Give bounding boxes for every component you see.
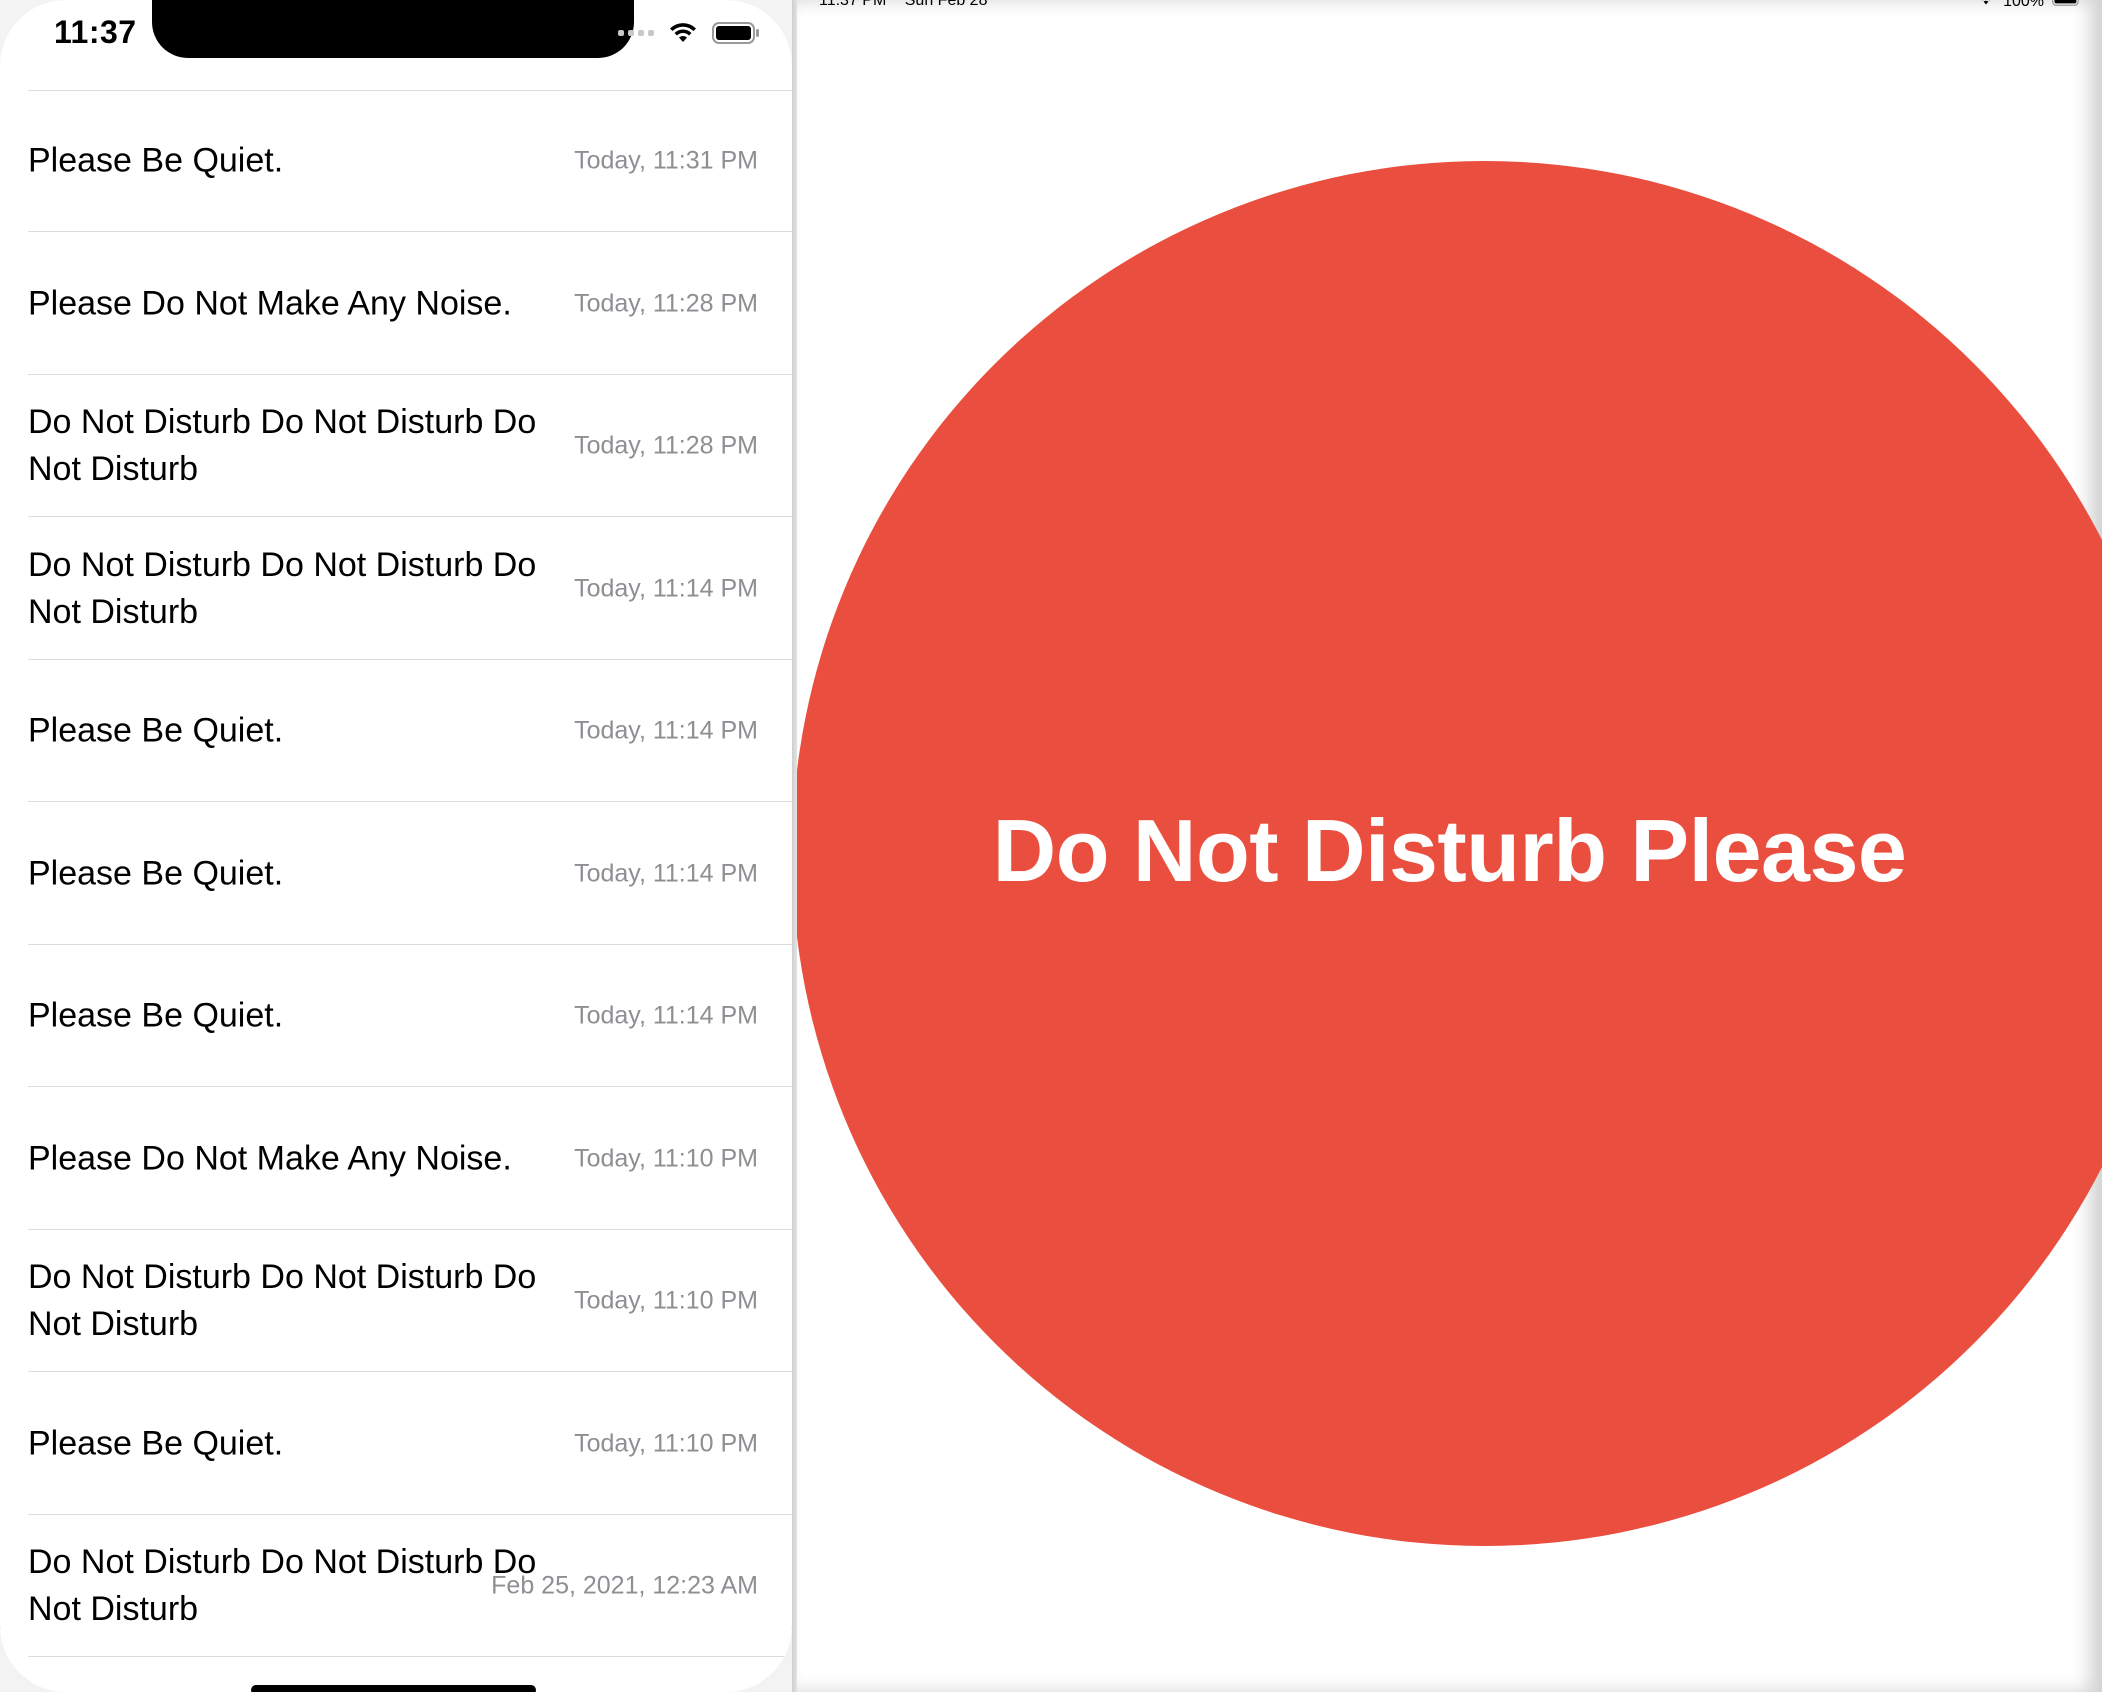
message-row[interactable]: Please Be Quiet. Today, 11:31 PM xyxy=(0,90,792,232)
wifi-icon xyxy=(1977,0,1995,11)
message-row[interactable]: Do Not Disturb Do Not Disturb Do Not Dis… xyxy=(0,375,792,517)
iphone-screen: 11:37 Please Be Quiet. Today, 11:31 PM P… xyxy=(0,0,792,1692)
message-date: Today, 11:10 PM xyxy=(574,1144,758,1172)
message-row[interactable]: Please Be Quiet. Today, 11:14 PM xyxy=(0,945,792,1087)
message-row[interactable]: Please Be Quiet. Today, 11:14 PM xyxy=(0,660,792,802)
message-text: Please Do Not Make Any Noise. xyxy=(28,284,512,322)
message-text: Please Do Not Make Any Noise. xyxy=(28,1139,512,1177)
message-text: Please Be Quiet. xyxy=(28,711,284,750)
message-row[interactable]: Please Be Quiet. Today, 11:10 PM xyxy=(0,1373,792,1515)
ipad-screen: 11:37 PM Sun Feb 28 100% Do Not Disturb … xyxy=(797,0,2102,1692)
message-text: Please Be Quiet. xyxy=(28,854,284,892)
battery-icon xyxy=(712,22,760,44)
ipad-status-date: Sun Feb 28 xyxy=(904,0,988,9)
ipad-status-time: 11:37 PM xyxy=(819,0,887,9)
message-row[interactable]: Please Do Not Make Any Noise. Today, 11:2… xyxy=(0,233,792,375)
message-text: Do Not Disturb Do Not Disturb Do Not Dis… xyxy=(28,1258,537,1343)
message-row[interactable]: Do Not Disturb Do Not Disturb Do Not Dis… xyxy=(0,1230,792,1372)
message-date: Today, 11:14 PM xyxy=(574,574,758,602)
iphone-notch xyxy=(152,0,634,58)
message-date: Today, 11:28 PM xyxy=(574,431,758,460)
message-text: Do Not Disturb Do Not Disturb Do Not Dis… xyxy=(28,1543,537,1628)
home-indicator xyxy=(251,1685,536,1692)
message-row[interactable]: Do Not Disturb Do Not Disturb Do Not Dis… xyxy=(0,518,792,660)
message-row[interactable]: Please Do Not Make Any Noise. Today, 11:1… xyxy=(0,1088,792,1230)
cellular-signal-icon xyxy=(618,30,654,36)
ipad-status-left: 11:37 PM Sun Feb 28 xyxy=(819,0,1001,10)
wifi-icon xyxy=(668,22,698,44)
do-not-disturb-label: Do Not Disturb Please xyxy=(992,801,1907,900)
message-text: Do Not Disturb Do Not Disturb Do Not Dis… xyxy=(28,545,537,631)
message-date: Today, 11:28 PM xyxy=(574,289,758,317)
message-date: Today, 11:14 PM xyxy=(574,1001,758,1030)
message-text: Please Be Quiet. xyxy=(28,141,284,180)
ipad-status-right: 100% xyxy=(1977,0,2082,11)
message-date: Today, 11:31 PM xyxy=(574,146,758,175)
row-divider xyxy=(28,1656,792,1657)
iphone-status-icons xyxy=(618,22,760,44)
message-row[interactable]: Please Be Quiet. Today, 11:14 PM xyxy=(0,803,792,945)
message-date: Feb 25, 2021, 12:23 AM xyxy=(491,1571,758,1600)
message-date: Today, 11:10 PM xyxy=(574,1286,758,1315)
message-date: Today, 11:10 PM xyxy=(574,1429,758,1457)
message-text: Please Be Quiet. xyxy=(28,996,284,1035)
ipad-battery-percent: 100% xyxy=(2003,0,2044,10)
battery-icon xyxy=(2052,0,2082,11)
message-row[interactable]: Do Not Disturb Do Not Disturb Do Not Dis… xyxy=(0,1515,792,1657)
message-date: Today, 11:14 PM xyxy=(574,716,758,745)
message-text: Please Be Quiet. xyxy=(28,1424,284,1462)
message-date: Today, 11:14 PM xyxy=(574,859,758,887)
iphone-status-time: 11:37 xyxy=(54,14,137,50)
iphone-device: 11:37 Please Be Quiet. Today, 11:31 PM P… xyxy=(0,0,792,1692)
screenshot-stage: 11:37 Please Be Quiet. Today, 11:31 PM P… xyxy=(0,0,2102,1692)
message-text: Do Not Disturb Do Not Disturb Do Not Dis… xyxy=(28,403,537,488)
